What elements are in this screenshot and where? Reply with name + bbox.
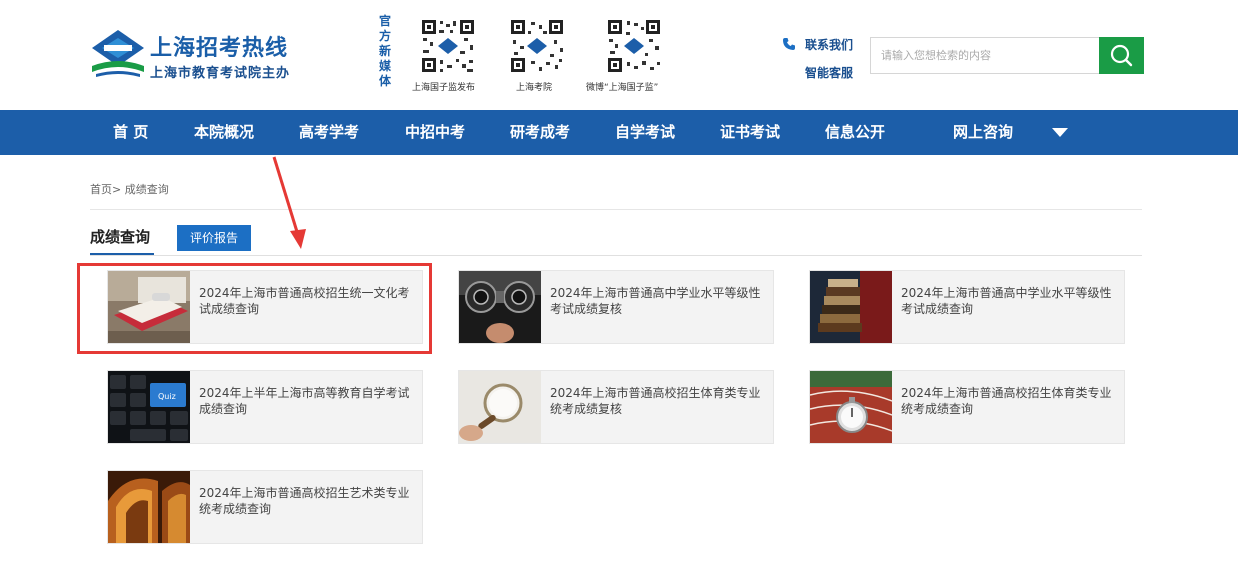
arches-image	[108, 471, 190, 543]
breadcrumb-separator: >	[112, 183, 122, 196]
nav-item-gaokao[interactable]: 高考学考	[299, 110, 359, 155]
score-card[interactable]: 2024年上海市普通高校招生艺术类专业统考成绩查询	[107, 470, 423, 544]
score-card[interactable]: Quiz 2024年上半年上海市高等教育自学考试成绩查询	[107, 370, 423, 444]
tab-evaluation-report[interactable]: 评价报告	[177, 225, 251, 251]
nav-item-consult[interactable]: 网上咨询	[953, 110, 1013, 155]
stopwatch-image	[810, 371, 892, 443]
arrow-icon	[272, 156, 306, 249]
nav-item-certificate[interactable]: 证书考试	[720, 110, 780, 155]
breadcrumb: 首页> 成绩查询	[90, 181, 169, 197]
qr-caption: 上海国子监发布	[412, 83, 476, 93]
divider	[90, 209, 1142, 210]
card-title[interactable]: 2024年上海市普通高中学业水平等级性考试成绩复核	[550, 285, 772, 317]
nav-item-zhongkao[interactable]: 中招中考	[405, 110, 465, 155]
nav-item-self-study[interactable]: 自学考试	[615, 110, 675, 155]
logo-icon[interactable]	[88, 26, 148, 82]
books-stack-image	[810, 271, 892, 343]
nav-item-graduate[interactable]: 研考成考	[510, 110, 570, 155]
svg-text:Quiz: Quiz	[158, 392, 176, 401]
card-title[interactable]: 2024年上海市普通高中学业水平等级性考试成绩查询	[901, 285, 1123, 317]
breadcrumb-home[interactable]: 首页	[90, 183, 112, 196]
score-card[interactable]: 2024年上海市普通高校招生体育类专业统考成绩复核	[458, 370, 774, 444]
card-title[interactable]: 2024年上半年上海市高等教育自学考试成绩查询	[199, 385, 421, 417]
main-nav: 首 页 本院概况 高考学考 中招中考 研考成考 自学考试 证书考试 信息公开 网…	[0, 110, 1238, 155]
media-label: 官方新媒体	[378, 14, 391, 88]
card-title[interactable]: 2024年上海市普通高校招生艺术类专业统考成绩查询	[199, 485, 421, 517]
score-card[interactable]: 2024年上海市普通高校招生体育类专业统考成绩查询	[809, 370, 1125, 444]
nav-item-info[interactable]: 信息公开	[825, 110, 885, 155]
smart-service-link[interactable]: 智能客服	[805, 64, 853, 81]
qr-code-icon	[420, 18, 476, 74]
magnifier-image	[459, 371, 541, 443]
breadcrumb-current: 成绩查询	[121, 183, 169, 196]
qr-caption: 微博“上海国子监”	[586, 83, 659, 93]
qr-code-icon	[606, 18, 662, 74]
site-title[interactable]: 上海招考热线	[150, 30, 288, 62]
score-card[interactable]: 2024年上海市普通高中学业水平等级性考试成绩查询	[809, 270, 1125, 344]
card-title[interactable]: 2024年上海市普通高校招生统一文化考试成绩查询	[199, 285, 421, 317]
search-input[interactable]	[870, 37, 1100, 74]
keyboard-image: Quiz	[108, 371, 190, 443]
book-image	[108, 271, 190, 343]
search-button[interactable]	[1099, 37, 1144, 74]
qr-code-icon	[509, 18, 565, 74]
card-title[interactable]: 2024年上海市普通高校招生体育类专业统考成绩复核	[550, 385, 772, 417]
contact-us-link[interactable]: 联系我们	[805, 36, 853, 53]
optometry-image	[459, 271, 541, 343]
site-header: 上海招考热线 上海市教育考试院主办 官方新媒体 上海国子监发布 上海考院 微博“…	[0, 0, 1238, 110]
nav-item-about[interactable]: 本院概况	[194, 110, 254, 155]
score-card[interactable]: 2024年上海市普通高中学业水平等级性考试成绩复核	[458, 270, 774, 344]
divider	[90, 255, 1142, 256]
card-title[interactable]: 2024年上海市普通高校招生体育类专业统考成绩查询	[901, 385, 1123, 417]
qr-caption: 上海考院	[516, 83, 553, 93]
score-card[interactable]: 2024年上海市普通高校招生统一文化考试成绩查询	[107, 270, 423, 344]
site-subtitle: 上海市教育考试院主办	[150, 66, 291, 81]
nav-item-home[interactable]: 首 页	[113, 110, 148, 155]
search-icon	[1110, 44, 1133, 67]
chevron-down-icon[interactable]	[1052, 128, 1068, 137]
tab-score-query[interactable]: 成绩查询	[90, 226, 150, 247]
phone-icon	[783, 38, 795, 50]
